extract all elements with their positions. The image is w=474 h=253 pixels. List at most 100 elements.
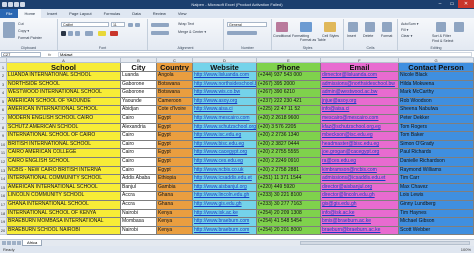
cell-country[interactable]: Gambia bbox=[157, 183, 193, 193]
row-header-6[interactable]: 6 bbox=[0, 106, 7, 115]
cell-city[interactable]: Nairobi bbox=[121, 226, 157, 236]
wrap-text-button[interactable]: Wrap Text bbox=[178, 22, 194, 26]
cell-styles-button[interactable]: Cell Styles bbox=[322, 34, 339, 38]
underline-icon[interactable] bbox=[75, 31, 80, 36]
cell-country[interactable]: Egypt bbox=[157, 166, 193, 176]
name-box[interactable]: C27 bbox=[1, 52, 41, 57]
cell-phone[interactable]: (+233) 30 277 7163 bbox=[257, 201, 321, 210]
first-sheet-icon[interactable] bbox=[2, 241, 6, 245]
cell-city[interactable]: Accra bbox=[121, 201, 157, 210]
format-icon[interactable] bbox=[382, 22, 392, 32]
cell-phone[interactable]: (+220) 449 5920 bbox=[257, 183, 321, 193]
cell-contact[interactable]: Danielle Richardson bbox=[399, 158, 474, 167]
cell-school[interactable]: AMERICAN SCHOOL OF YAOUNDE bbox=[7, 97, 121, 107]
formula-input[interactable]: Malawi bbox=[58, 52, 472, 57]
insert-button[interactable]: Insert bbox=[347, 34, 356, 38]
cell-country[interactable]: Angola bbox=[157, 72, 193, 81]
cell-email[interactable]: headmaster@bisc.edu.eg bbox=[321, 140, 399, 150]
cell-website[interactable]: http://www.isc.edu.eg bbox=[193, 132, 257, 141]
italic-icon[interactable] bbox=[68, 31, 73, 36]
row-header-12[interactable]: 12 bbox=[0, 158, 7, 167]
cell-phone[interactable]: (+254) 20 201 8000 bbox=[257, 226, 321, 236]
cell-school[interactable]: BRITISH INTERNATIONAL SCHOOL bbox=[7, 140, 121, 150]
cell-website[interactable]: http://www.ces.edu.eg bbox=[193, 158, 257, 167]
cell-contact[interactable]: Scott Webber bbox=[399, 226, 474, 236]
cell-city[interactable]: Alexandria bbox=[121, 123, 157, 133]
maximize-button[interactable]: ▭ bbox=[446, 0, 458, 8]
cell-country[interactable]: Egypt bbox=[157, 140, 193, 150]
row-header-13[interactable]: 13 bbox=[0, 166, 7, 176]
horizontal-align-icon[interactable] bbox=[151, 31, 169, 35]
cell-contact[interactable]: Max Chavez bbox=[399, 183, 474, 193]
tab-insert[interactable]: Insert bbox=[41, 9, 63, 18]
copy-button[interactable]: Copy ▾ bbox=[18, 29, 29, 33]
tab-data[interactable]: Data bbox=[126, 9, 146, 18]
cell-city[interactable]: Cairo bbox=[121, 149, 157, 158]
format-painter-button[interactable]: Format Painter bbox=[18, 36, 42, 40]
cell-website[interactable]: http://www.wis.co.bw bbox=[193, 89, 257, 98]
cell-website[interactable]: http://www.aisbanjul.org bbox=[193, 183, 257, 193]
header-cell-school[interactable]: School bbox=[7, 63, 121, 72]
cell-school[interactable]: AMERICAN INTERNATIONAL SCHOOL bbox=[7, 106, 121, 115]
cell-email[interactable]: ra@ces.edu.eg bbox=[321, 158, 399, 167]
undo-icon[interactable] bbox=[14, 2, 19, 7]
cell-contact[interactable]: Paul Richards bbox=[399, 149, 474, 158]
cell-phone[interactable]: (+225) 22 47 11 52 bbox=[257, 106, 321, 115]
fx-icon[interactable]: fx bbox=[48, 52, 51, 57]
cell-phone[interactable]: (+20) 2 2249 0910 bbox=[257, 158, 321, 167]
delete-icon[interactable] bbox=[365, 22, 375, 32]
cell-city[interactable]: Gaborone bbox=[121, 89, 157, 98]
number-format-icons[interactable] bbox=[227, 31, 257, 35]
row-header-2[interactable]: 2 bbox=[0, 72, 7, 81]
cell-country[interactable]: Ghana bbox=[157, 201, 193, 210]
cell-school[interactable]: WESTWOOD INTERNATIONAL SCHOOL bbox=[7, 89, 121, 98]
cell-email[interactable]: info@isk.ac.ke bbox=[321, 209, 399, 219]
row-header-20[interactable]: 20 bbox=[0, 226, 7, 236]
cell-website[interactable]: http://www.braeburn.com bbox=[193, 226, 257, 236]
cell-school[interactable]: AMERICAN INTERNATIONAL SCHOOL bbox=[7, 183, 121, 193]
cell-email[interactable]: director@aisbanjul.org bbox=[321, 183, 399, 193]
row-header-16[interactable]: 16 bbox=[0, 192, 7, 201]
cell-city[interactable]: Addis Ababa bbox=[121, 175, 157, 184]
row-header-5[interactable]: 5 bbox=[0, 97, 7, 107]
cell-contact[interactable]: Mark McCarthy bbox=[399, 89, 474, 98]
save-icon[interactable] bbox=[8, 2, 13, 7]
cell-email[interactable]: admissions@icsaddis.edu.et bbox=[321, 175, 399, 184]
delete-button[interactable]: Delete bbox=[363, 34, 373, 38]
cell-contact[interactable]: Lois Lewis bbox=[399, 192, 474, 201]
row-header-15[interactable]: 15 bbox=[0, 183, 7, 193]
prev-sheet-icon[interactable] bbox=[7, 241, 11, 245]
cell-contact[interactable]: Tim Haynes bbox=[399, 209, 474, 219]
cell-city[interactable]: Cairo bbox=[121, 158, 157, 167]
insert-icon[interactable] bbox=[348, 22, 358, 32]
cell-email[interactable]: mescairo@mescairo.com bbox=[321, 115, 399, 124]
cell-country[interactable]: Egypt bbox=[157, 123, 193, 133]
format-button[interactable]: Format bbox=[381, 34, 392, 38]
header-cell-email[interactable]: Email bbox=[321, 63, 399, 72]
tab-formulas[interactable]: Formulas bbox=[98, 9, 127, 18]
zoom-level[interactable]: 100% bbox=[461, 246, 471, 253]
cell-website[interactable]: http://www.icsaddis.edu.et bbox=[193, 175, 257, 184]
cell-city[interactable]: Yaounde bbox=[121, 97, 157, 107]
cell-phone[interactable]: (+20) 2 2618 9600 bbox=[257, 115, 321, 124]
cell-styles-icon[interactable] bbox=[324, 22, 336, 32]
cell-contact[interactable]: Hilda Mokwena bbox=[399, 80, 474, 90]
cell-website[interactable]: http://www.lincoln.edu.gh bbox=[193, 192, 257, 201]
cell-school[interactable]: BRAEBURN MOMBASA INTERNATIONAL bbox=[7, 218, 121, 227]
cell-phone[interactable]: (+20) 2 2736 1340 bbox=[257, 132, 321, 141]
conditional-formatting-icon[interactable] bbox=[276, 22, 288, 32]
cell-phone[interactable]: (+267) 395 2000 bbox=[257, 80, 321, 90]
cell-school[interactable]: LINCOLN COMMUNITY SCHOOL bbox=[7, 192, 121, 201]
tab-review[interactable]: Review bbox=[147, 9, 172, 18]
close-button[interactable]: ✕ bbox=[458, 0, 474, 8]
cell-city[interactable]: Gaborone bbox=[121, 80, 157, 90]
cell-school[interactable]: LUANDA INTERNATIONAL SCHOOL bbox=[7, 72, 121, 81]
fill-button[interactable]: Fill ▾ bbox=[401, 28, 408, 32]
cell-email[interactable]: bmis@braeburn.ac.ke bbox=[321, 218, 399, 227]
cell-phone[interactable]: (+251) 11 371 1544 bbox=[257, 175, 321, 184]
cell-country[interactable]: Kenya bbox=[157, 226, 193, 236]
header-cell-website[interactable]: Website bbox=[193, 63, 257, 72]
cell-school[interactable]: SCHUTZ AMERICAN SCHOOL bbox=[7, 123, 121, 133]
cell-website[interactable]: http://www.mescairo.com bbox=[193, 115, 257, 124]
cell-school[interactable]: GHANA INTERNATIONAL SCHOOL bbox=[7, 201, 121, 210]
